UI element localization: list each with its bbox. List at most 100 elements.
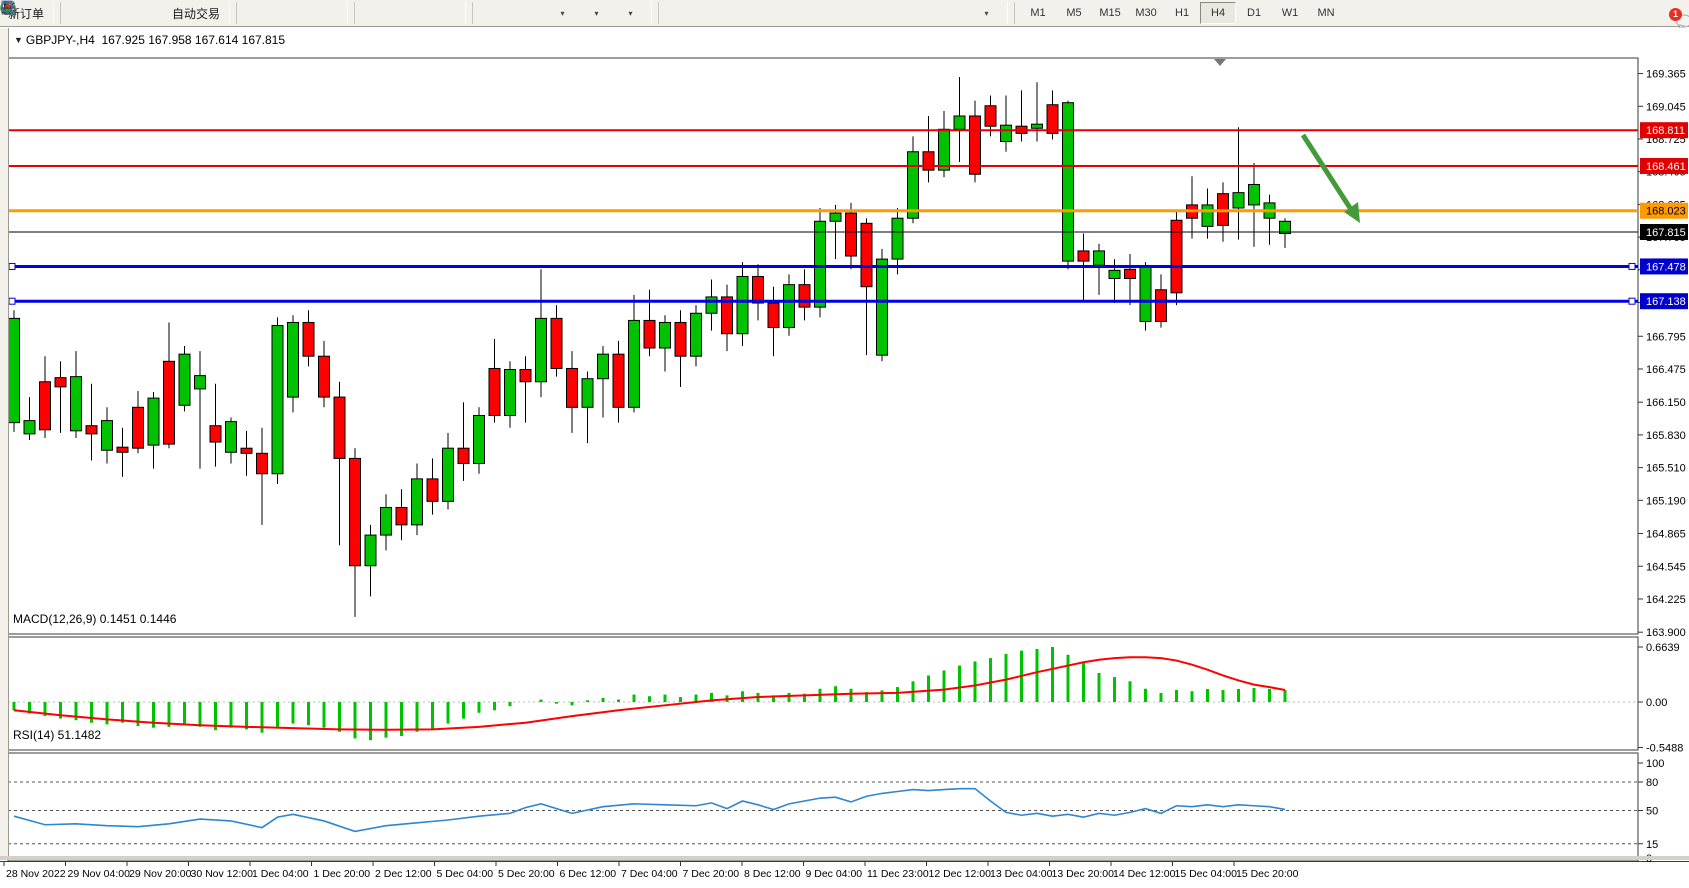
candle-body <box>210 426 221 442</box>
candle-body <box>830 213 841 221</box>
candle-body <box>923 152 934 170</box>
candlestick-chart-button[interactable] <box>276 1 308 25</box>
time-axis-label: 29 Nov 04:00 <box>68 868 131 880</box>
rsi-axis-label: 100 <box>1646 758 1664 770</box>
timeframe-button-h1[interactable]: H1 <box>1164 2 1200 24</box>
bar-chart-button[interactable] <box>242 1 274 25</box>
candle-body <box>474 415 485 463</box>
time-axis-label: 5 Dec 04:00 <box>437 868 494 880</box>
candle-body <box>9 318 20 422</box>
search-icon[interactable] <box>0 0 17 17</box>
styler-button[interactable] <box>66 1 98 25</box>
zoom-in-button[interactable] <box>360 1 392 25</box>
candle-body <box>412 479 423 525</box>
timeframe-button-d1[interactable]: D1 <box>1236 2 1272 24</box>
time-axis-label: 6 Dec 12:00 <box>560 868 617 880</box>
candle-body <box>675 322 686 356</box>
time-axis-label: 7 Dec 04:00 <box>621 868 678 880</box>
timeframe-button-m5[interactable]: M5 <box>1056 2 1092 24</box>
timeframe-button-m15[interactable]: M15 <box>1092 2 1128 24</box>
time-axis-label: 2 Dec 12:00 <box>375 868 432 880</box>
candle-body <box>350 458 361 565</box>
timeframe-button-m30[interactable]: M30 <box>1128 2 1164 24</box>
candle-body <box>1156 290 1167 322</box>
chart-window[interactable]: 169.365169.045168.725168.405168.085167.7… <box>0 28 1689 860</box>
line-chart-button[interactable] <box>310 1 342 25</box>
candle-body <box>706 297 717 313</box>
text-label-tool-button[interactable]: T <box>936 1 968 25</box>
tile-windows-button[interactable] <box>428 1 460 25</box>
price-axis-label: 165.510 <box>1646 463 1686 475</box>
time-axis-label: 7 Dec 20:00 <box>683 868 740 880</box>
candle-body <box>1094 251 1105 265</box>
candle-body <box>1047 105 1058 134</box>
arrows-tool-button[interactable]: ▾ <box>970 1 1002 25</box>
candle-body <box>272 326 283 474</box>
price-axis-label: 165.830 <box>1646 430 1686 442</box>
indicators-button[interactable]: ▾ <box>546 1 578 25</box>
price-axis-label: 164.225 <box>1646 594 1686 606</box>
hline-handle[interactable] <box>1629 298 1635 304</box>
channel-tool-button[interactable]: E <box>834 1 866 25</box>
candle-body <box>784 285 795 328</box>
candle-body <box>381 507 392 535</box>
hline-handle[interactable] <box>9 263 15 269</box>
candle-body <box>1140 266 1151 321</box>
zoom-out-button[interactable] <box>394 1 426 25</box>
candle-body <box>567 368 578 407</box>
horizontal-line-tool-button[interactable] <box>766 1 798 25</box>
candle-body <box>179 354 190 405</box>
candle-body <box>427 479 438 501</box>
candle-body <box>1063 103 1074 261</box>
timeframe-group: M1M5M15M30H1H4D1W1MN <box>1020 2 1344 24</box>
price-tag-label: 168.461 <box>1646 161 1686 173</box>
fibonacci-tool-button[interactable]: F <box>868 1 900 25</box>
cursor-tool-button[interactable] <box>664 1 696 25</box>
candle-body <box>257 453 268 473</box>
candle-body <box>458 448 469 463</box>
signals-button[interactable] <box>134 1 166 25</box>
main-chart-panel[interactable] <box>8 58 1638 634</box>
rsi-axis-label: 50 <box>1646 806 1658 818</box>
candle-body <box>133 407 144 448</box>
trendline-tool-button[interactable] <box>800 1 832 25</box>
macd-indicator-label: MACD(12,26,9) 0.1451 0.1446 <box>13 612 176 626</box>
periods-button[interactable]: ▾ <box>580 1 612 25</box>
chart-shift-button[interactable] <box>512 1 544 25</box>
rsi-panel[interactable] <box>8 753 1638 861</box>
auto-scroll-button[interactable] <box>478 1 510 25</box>
crosshair-tool-button[interactable] <box>698 1 730 25</box>
timeframe-button-w1[interactable]: W1 <box>1272 2 1308 24</box>
candle-body <box>877 259 888 355</box>
price-axis-label: 166.150 <box>1646 397 1686 409</box>
dropdown-arrow-icon: ▾ <box>595 9 599 18</box>
timeframe-button-m1[interactable]: M1 <box>1020 2 1056 24</box>
candle-body <box>1249 184 1260 204</box>
toolbar-separator <box>53 2 61 24</box>
time-axis-label: 30 Nov 12:00 <box>191 868 254 880</box>
templates-button[interactable]: ▾ <box>614 1 646 25</box>
macd-panel[interactable] <box>8 637 1638 750</box>
candle-body <box>303 322 314 356</box>
auto-trading-label: 自动交易 <box>172 5 220 22</box>
price-tag-label: 167.815 <box>1646 227 1686 239</box>
candle-body <box>164 361 175 444</box>
price-axis-label: 164.545 <box>1646 561 1686 573</box>
candle-body <box>396 507 407 524</box>
candle-body <box>1125 269 1136 278</box>
candle-body <box>505 369 516 415</box>
text-tool-button[interactable]: A <box>902 1 934 25</box>
hline-handle[interactable] <box>9 298 15 304</box>
dropdown-arrow-icon: ▾ <box>985 9 989 18</box>
timeframe-button-h4[interactable]: H4 <box>1200 2 1236 24</box>
candle-body <box>1202 205 1213 226</box>
auto-trading-button[interactable]: 自动交易 <box>168 1 224 25</box>
price-axis-label: 166.475 <box>1646 364 1686 376</box>
time-axis-label: 15 Dec 04:00 <box>1175 868 1238 880</box>
timeframe-button-mn[interactable]: MN <box>1308 2 1344 24</box>
collapse-triangle-icon[interactable]: ▼ <box>14 35 23 45</box>
market-window-button[interactable] <box>100 1 132 25</box>
hline-handle[interactable] <box>1629 263 1635 269</box>
vertical-line-tool-button[interactable] <box>732 1 764 25</box>
candle-body <box>102 421 113 451</box>
